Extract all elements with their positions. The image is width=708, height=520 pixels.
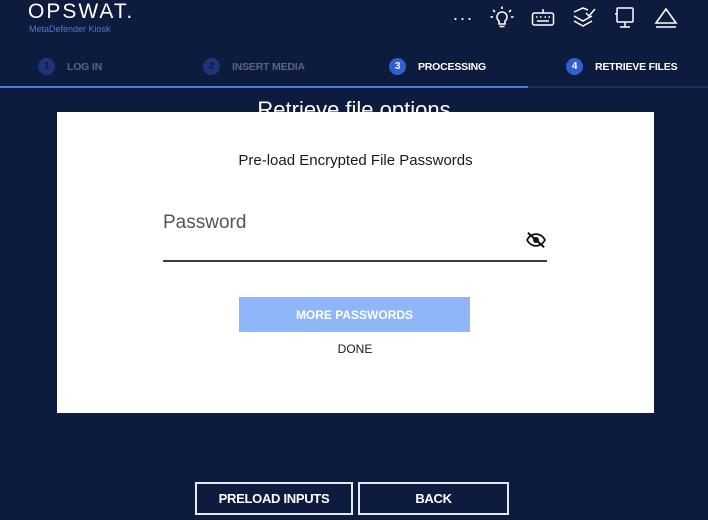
step-label: INSERT MEDIA <box>232 60 305 73</box>
opswat-logo: OPSWAT. <box>28 0 135 23</box>
layers-check-icon[interactable] <box>570 4 598 32</box>
step-processing: 3 PROCESSING <box>389 58 486 75</box>
step-number: 4 <box>566 58 583 75</box>
progress-fill <box>0 86 528 88</box>
step-log-in: 1 LOG IN <box>38 58 102 75</box>
password-input[interactable] <box>163 208 513 238</box>
done-button[interactable]: DONE <box>305 340 405 358</box>
keyboard-icon[interactable] <box>529 4 557 32</box>
step-label: PROCESSING <box>418 60 487 73</box>
step-retrieve-files: 4 RETRIEVE FILES <box>566 58 678 75</box>
kiosk-screen: OPSWAT. MetaDefender Kiosk ··· 1 LOG IN … <box>0 0 708 520</box>
step-insert-media: 2 INSERT MEDIA <box>203 58 305 75</box>
lightbulb-icon[interactable] <box>488 4 516 32</box>
back-button[interactable]: BACK <box>358 482 509 515</box>
header-toolbar: ··· <box>451 4 680 32</box>
step-label: RETRIEVE FILES <box>595 60 678 73</box>
more-icon[interactable]: ··· <box>451 4 475 32</box>
preload-inputs-button[interactable]: PRELOAD INPUTS <box>195 482 353 515</box>
password-field <box>163 204 547 262</box>
product-name: MetaDefender Kiosk <box>29 24 111 34</box>
page-title: Retrieve file options <box>257 97 451 113</box>
eject-icon[interactable] <box>652 4 680 32</box>
more-passwords-button[interactable]: MORE PASSWORDS <box>239 297 470 332</box>
step-number: 1 <box>38 58 55 75</box>
kiosk-icon[interactable] <box>611 4 639 32</box>
step-number: 3 <box>389 58 406 75</box>
step-progress: 1 LOG IN 2 INSERT MEDIA 3 PROCESSING 4 R… <box>0 50 708 88</box>
visibility-off-icon[interactable] <box>525 231 547 249</box>
dialog-title: Pre-load Encrypted File Passwords <box>238 152 473 169</box>
password-dialog: Pre-load Encrypted File Passwords MORE P… <box>57 112 654 413</box>
step-number: 2 <box>203 58 220 75</box>
step-label: LOG IN <box>67 60 102 73</box>
